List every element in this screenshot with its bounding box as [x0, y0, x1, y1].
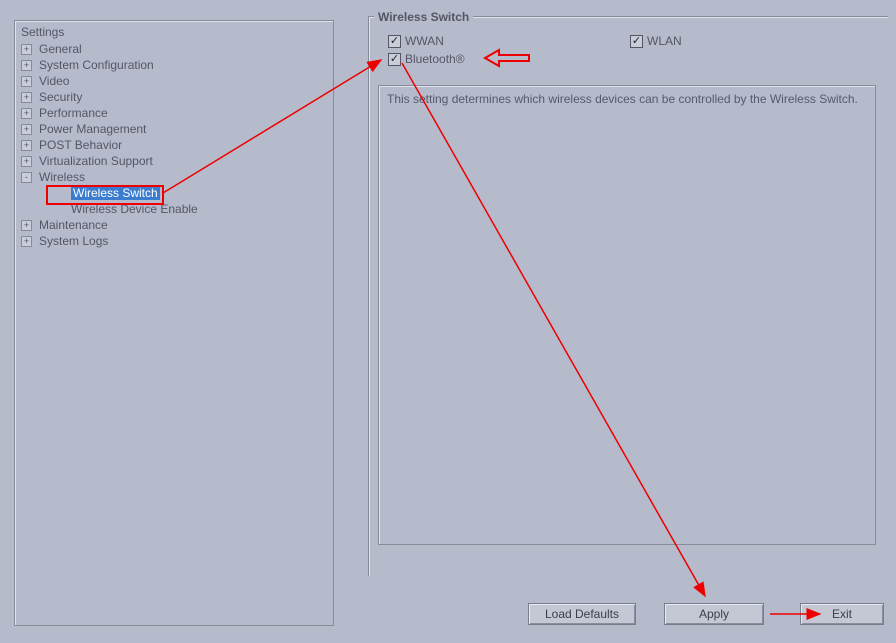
checkbox-label: Bluetooth® — [405, 52, 465, 66]
tree-item-system-logs[interactable]: + System Logs — [21, 233, 327, 249]
tree-item-performance[interactable]: + Performance — [21, 105, 327, 121]
tree-label: Wireless Device Enable — [71, 202, 198, 216]
description-box: This setting determines which wireless d… — [378, 85, 876, 545]
tree-item-security[interactable]: + Security — [21, 89, 327, 105]
expander-icon[interactable]: + — [21, 108, 32, 119]
expander-icon[interactable]: - — [21, 172, 32, 183]
tree-label: System Logs — [39, 234, 108, 248]
tree-label: Security — [39, 90, 82, 104]
tree-item-system-configuration[interactable]: + System Configuration — [21, 57, 327, 73]
tree-label: Virtualization Support — [39, 154, 153, 168]
panel-title: Wireless Switch — [374, 10, 473, 24]
tree-item-maintenance[interactable]: + Maintenance — [21, 217, 327, 233]
expander-icon[interactable]: + — [21, 156, 32, 167]
checkbox-row-bluetooth: ✓ Bluetooth® — [388, 52, 465, 66]
expander-icon[interactable]: + — [21, 44, 32, 55]
apply-button[interactable]: Apply — [664, 603, 764, 625]
checkbox-wlan[interactable]: ✓ — [630, 35, 643, 48]
expander-icon[interactable]: + — [21, 140, 32, 151]
tree-label: Maintenance — [39, 218, 108, 232]
tree-item-video[interactable]: + Video — [21, 73, 327, 89]
tree-item-wireless-device-enable[interactable]: Wireless Device Enable — [39, 201, 327, 217]
checkbox-row-wwan: ✓ WWAN — [388, 34, 444, 48]
expander-icon[interactable]: + — [21, 92, 32, 103]
tree-label: POST Behavior — [39, 138, 122, 152]
tree-item-wireless-switch[interactable]: Wireless Switch — [39, 185, 327, 201]
tree-label: General — [39, 42, 82, 56]
checkbox-row-wlan: ✓ WLAN — [630, 34, 682, 48]
tree-label: Wireless — [39, 170, 85, 184]
tree-label: Power Management — [39, 122, 146, 136]
tree-label: Performance — [39, 106, 108, 120]
tree-label: Wireless Switch — [71, 186, 160, 200]
checkbox-wwan[interactable]: ✓ — [388, 35, 401, 48]
expander-icon[interactable]: + — [21, 220, 32, 231]
tree-item-general[interactable]: + General — [21, 41, 327, 57]
settings-tree: + General + System Configuration + Video… — [21, 41, 327, 249]
checkbox-bluetooth[interactable]: ✓ — [388, 53, 401, 66]
sidebar-title: Settings — [21, 25, 327, 39]
tree-item-virtualization-support[interactable]: + Virtualization Support — [21, 153, 327, 169]
description-text: This setting determines which wireless d… — [387, 92, 858, 106]
expander-icon[interactable]: + — [21, 60, 32, 71]
settings-sidebar: Settings + General + System Configuratio… — [14, 20, 334, 626]
tree-label: Video — [39, 74, 69, 88]
checkbox-label: WWAN — [405, 34, 444, 48]
load-defaults-button[interactable]: Load Defaults — [528, 603, 636, 625]
tree-item-wireless[interactable]: - Wireless Wireless Switch Wireless Devi… — [21, 169, 327, 217]
expander-icon[interactable]: + — [21, 236, 32, 247]
tree-item-post-behavior[interactable]: + POST Behavior — [21, 137, 327, 153]
exit-button[interactable]: Exit — [800, 603, 884, 625]
tree-item-power-management[interactable]: + Power Management — [21, 121, 327, 137]
tree-label: System Configuration — [39, 58, 154, 72]
expander-icon[interactable]: + — [21, 76, 32, 87]
expander-icon[interactable]: + — [21, 124, 32, 135]
checkbox-label: WLAN — [647, 34, 682, 48]
